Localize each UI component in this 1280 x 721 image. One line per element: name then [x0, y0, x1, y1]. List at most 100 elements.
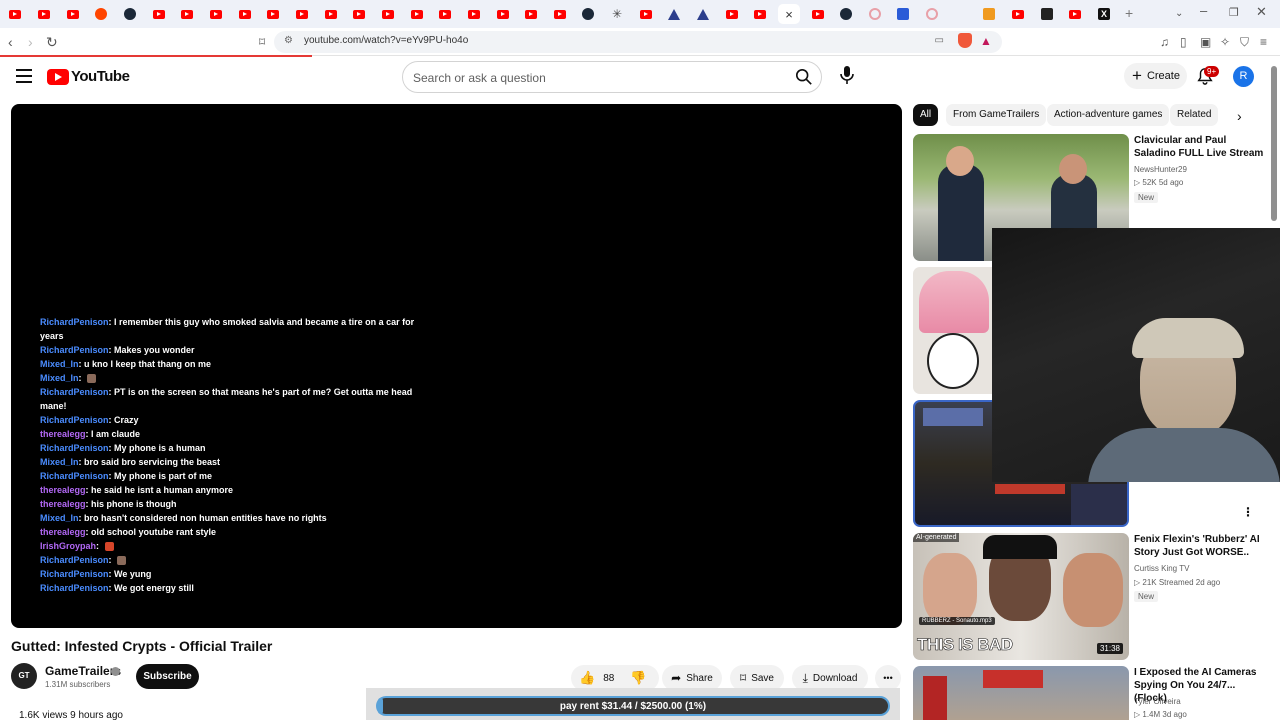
youtube-logo[interactable]: YouTube — [47, 68, 130, 85]
browser-tab[interactable] — [262, 4, 284, 24]
vpn-icon[interactable]: ⛉ — [1240, 34, 1249, 50]
browser-tab[interactable]: X — [1093, 4, 1115, 24]
menu-icon[interactable]: ≡ — [1260, 34, 1267, 50]
chip-related[interactable]: Related — [1170, 104, 1219, 126]
site-info-icon[interactable]: ⚙ — [284, 35, 293, 46]
new-tab-icon[interactable]: + — [1125, 5, 1133, 21]
browser-tab[interactable] — [1036, 4, 1058, 24]
microphone-icon[interactable] — [836, 63, 858, 87]
browser-tab[interactable] — [4, 4, 26, 24]
chat-message: RichardPenison: — [40, 553, 420, 567]
page-scrollbar[interactable] — [1271, 66, 1277, 221]
chat-message: RichardPenison: I remember this guy who … — [40, 315, 420, 343]
youtube-favicon-icon — [1012, 9, 1024, 19]
browser-tab[interactable] — [434, 4, 456, 24]
bookmark-icon[interactable]: ⌑ — [259, 34, 265, 50]
forward-icon[interactable]: › — [28, 34, 33, 50]
chat-text: he said he isnt a human anymore — [91, 485, 234, 495]
thumbs-down-icon[interactable]: 👎 — [630, 670, 646, 686]
more-options-icon[interactable]: ⋮ — [1242, 505, 1254, 519]
browser-tab[interactable] — [520, 4, 542, 24]
browser-tab[interactable] — [320, 4, 342, 24]
music-icon[interactable]: ♫ — [1160, 34, 1169, 50]
recommendation-title[interactable]: Fenix Flexin's 'Rubberz' AI Story Just G… — [1134, 533, 1264, 559]
browser-tab[interactable] — [749, 4, 771, 24]
browser-tab[interactable] — [348, 4, 370, 24]
reload-icon[interactable]: ↻ — [46, 34, 58, 50]
browser-tab[interactable] — [807, 4, 829, 24]
browser-tab[interactable] — [176, 4, 198, 24]
browser-tab[interactable] — [463, 4, 485, 24]
browser-tab[interactable] — [921, 4, 943, 24]
browser-tab[interactable] — [406, 4, 428, 24]
chat-username: RichardPenison — [40, 569, 109, 579]
browser-tab[interactable] — [205, 4, 227, 24]
chip-action-adventure-games[interactable]: Action-adventure games — [1047, 104, 1170, 126]
recommendation-channel[interactable]: NewsHunter29 — [1134, 164, 1187, 175]
chat-username: Mixed_In — [40, 513, 79, 523]
sidebar-icon[interactable]: ▯ — [1180, 34, 1187, 50]
like-count[interactable]: 88 — [603, 673, 614, 684]
maximize-icon[interactable]: ❐ — [1229, 5, 1239, 21]
hamburger-menu-icon[interactable] — [16, 69, 32, 83]
recommendation-channel[interactable]: Curtiss King TV — [1134, 563, 1189, 574]
chip-from-gametrailers[interactable]: From GameTrailers — [946, 104, 1047, 126]
browser-tab[interactable] — [635, 4, 657, 24]
browser-tab[interactable] — [492, 4, 514, 24]
search-input[interactable]: Search or ask a question — [402, 61, 822, 93]
recommendation-channel[interactable]: Tyler Oliveira — [1134, 696, 1181, 707]
minimize-icon[interactable]: – — [1200, 3, 1207, 19]
close-icon[interactable]: × — [785, 7, 793, 22]
browser-tab[interactable] — [33, 4, 55, 24]
browser-tab[interactable]: ✳ — [606, 4, 628, 24]
window-close-icon[interactable]: ✕ — [1256, 4, 1267, 20]
chat-separator: : — [78, 373, 85, 383]
browser-tab[interactable] — [119, 4, 141, 24]
browser-tab[interactable] — [892, 4, 914, 24]
browser-tab[interactable] — [62, 4, 84, 24]
thumbs-up-icon[interactable]: 👍 — [579, 670, 595, 686]
browser-tab[interactable] — [291, 4, 313, 24]
browser-tab[interactable] — [148, 4, 170, 24]
chat-emote-icon — [117, 556, 127, 566]
rewards-icon[interactable]: ▲ — [980, 33, 992, 49]
browser-tab[interactable] — [1064, 4, 1086, 24]
browser-tab[interactable] — [663, 4, 685, 24]
browser-tab[interactable] — [692, 4, 714, 24]
browser-tab[interactable] — [978, 4, 1000, 24]
search-placeholder: Search or ask a question — [413, 71, 546, 85]
search-icon[interactable] — [795, 68, 813, 86]
browser-tab[interactable] — [1007, 4, 1029, 24]
browser-tab[interactable] — [864, 4, 886, 24]
chat-overlay: RichardPenison: I remember this guy who … — [40, 315, 420, 595]
browser-tab-active[interactable]: × — [778, 4, 800, 24]
chip-all[interactable]: All — [913, 104, 939, 126]
recommendation-thumbnail[interactable] — [913, 666, 1129, 720]
browser-tab[interactable] — [549, 4, 571, 24]
account-avatar[interactable]: R — [1233, 66, 1254, 87]
install-app-icon[interactable]: ▭ — [935, 35, 944, 46]
thumbnail-figure — [938, 164, 984, 261]
browser-tab[interactable] — [835, 4, 857, 24]
recommendation-thumbnail[interactable]: AI-generated RUBBERZ - Sonauto.mp3 THIS … — [913, 533, 1129, 660]
wallet-icon[interactable]: ▣ — [1200, 34, 1211, 50]
address-bar[interactable]: ⚙ youtube.com/watch?v=eYv9PU-ho4o ▭ — [274, 31, 1002, 53]
back-icon[interactable]: ‹ — [8, 34, 13, 50]
browser-tab[interactable] — [721, 4, 743, 24]
video-player[interactable]: RichardPenison: I remember this guy who … — [11, 104, 902, 628]
brave-shields-icon[interactable] — [958, 33, 972, 48]
subscribe-button[interactable]: Subscribe — [136, 664, 199, 689]
channel-name[interactable]: GameTrailers — [45, 664, 121, 678]
recommendation-title[interactable]: Clavicular and Paul Saladino FULL Live S… — [1134, 134, 1264, 160]
tab-list-chevron-icon[interactable]: ⌄ — [1175, 6, 1183, 22]
browser-tab[interactable] — [234, 4, 256, 24]
chips-next-chevron-icon[interactable]: › — [1237, 108, 1242, 124]
channel-avatar[interactable]: GT — [11, 663, 37, 689]
youtube-favicon-icon — [411, 9, 423, 19]
browser-tab[interactable] — [90, 4, 112, 24]
create-button[interactable]: + Create — [1124, 63, 1187, 89]
leo-icon[interactable]: ✧ — [1220, 34, 1230, 50]
browser-tab[interactable] — [577, 4, 599, 24]
thumbnail-cap — [983, 535, 1057, 559]
browser-tab[interactable] — [377, 4, 399, 24]
